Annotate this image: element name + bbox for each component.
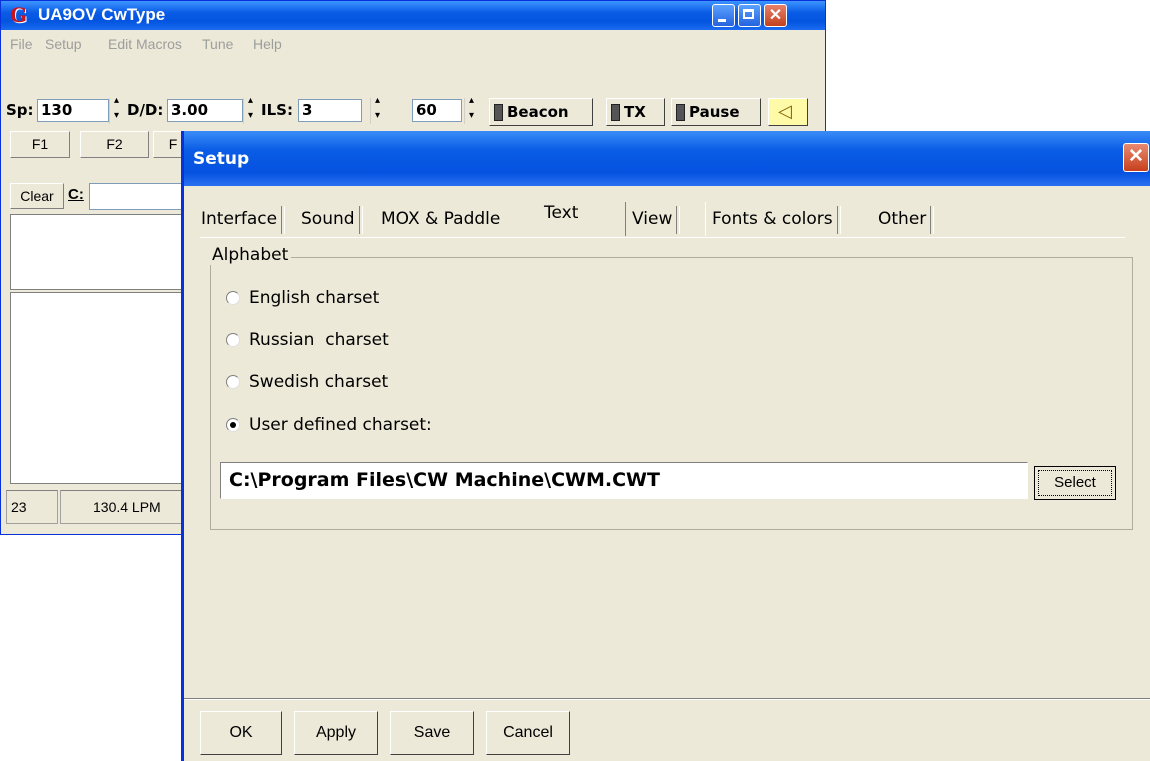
tab-text[interactable]: Text <box>538 194 584 228</box>
radio-russian-label: Russian charset <box>249 330 389 350</box>
clear-button[interactable]: Clear <box>10 183 64 209</box>
transmit-pane[interactable] <box>10 292 190 484</box>
dd-label: D/D: <box>127 101 164 119</box>
dd-spinner[interactable] <box>243 95 260 124</box>
tab-divider <box>200 237 1125 238</box>
radio-swedish-label: Swedish charset <box>249 372 389 392</box>
setup-close-button[interactable]: ✕ <box>1123 143 1149 172</box>
main-titlebar[interactable]: G UA9OV CwType ✕ <box>1 1 825 30</box>
tab-strip: Interface Sound MOX & Paddle Text View F… <box>184 194 1150 238</box>
pause-led-icon <box>676 104 685 121</box>
menu-tune[interactable]: Tune <box>202 36 233 52</box>
maximize-icon <box>743 9 754 19</box>
setup-titlebar[interactable]: Setup ✕ <box>184 131 1150 186</box>
radio-user-defined-label: User defined charset: <box>249 415 432 435</box>
radio-english-label: English charset <box>249 288 380 308</box>
tab-sound[interactable]: Sound <box>295 202 363 236</box>
dialog-divider <box>184 698 1150 700</box>
tab-fonts-colors-label: Fonts & colors <box>712 209 833 229</box>
setup-dialog: Setup ✕ Interface Sound MOX & Paddle Tex… <box>181 131 1150 761</box>
main-close-button[interactable]: ✕ <box>764 4 787 27</box>
tab-other[interactable]: Other <box>872 202 935 236</box>
sound-toggle-button[interactable]: ◁ <box>768 98 808 126</box>
speed-field[interactable]: 130 <box>37 99 109 122</box>
tab-other-label: Other <box>878 209 927 229</box>
tab-interface[interactable]: Interface <box>195 202 286 236</box>
speaker-icon: ◁ <box>778 101 792 122</box>
alphabet-group-title: Alphabet <box>209 245 292 265</box>
radio-swedish-button[interactable] <box>226 375 240 389</box>
menu-help[interactable]: Help <box>253 36 282 52</box>
ils-spinner[interactable] <box>370 95 387 124</box>
main-window-title: UA9OV CwType <box>38 5 166 24</box>
ok-button[interactable]: OK <box>200 711 282 755</box>
tab-fonts-colors[interactable]: Fonts & colors <box>705 202 841 236</box>
select-file-button[interactable]: Select <box>1034 466 1116 500</box>
c-label: C: <box>68 186 84 203</box>
cancel-button[interactable]: Cancel <box>486 711 570 755</box>
tx-button[interactable]: TX <box>606 98 665 126</box>
radio-russian-button[interactable] <box>226 333 240 347</box>
tab-view[interactable]: View <box>625 202 681 236</box>
tab-mox-paddle[interactable]: MOX & Paddle <box>375 202 506 236</box>
menu-bar: File Setup Edit Macros Tune Help <box>1 30 825 57</box>
close-icon: ✕ <box>1128 146 1144 167</box>
app-logo-icon: G <box>10 3 28 27</box>
ils-field[interactable]: 3 <box>298 99 362 122</box>
menu-setup[interactable]: Setup <box>45 36 82 52</box>
tab-mox-paddle-label: MOX & Paddle <box>381 209 501 229</box>
f1-button[interactable]: F1 <box>10 131 70 158</box>
status-count: 23 <box>6 490 58 524</box>
dd-field[interactable]: 3.00 <box>167 99 243 122</box>
tx-label: TX <box>624 103 646 121</box>
apply-button[interactable]: Apply <box>294 711 378 755</box>
tx-led-icon <box>611 104 620 121</box>
charset-path-input[interactable]: C:\Program Files\CW Machine\CWM.CWT <box>220 462 1028 499</box>
status-bar: 23 130.4 LPM <box>6 490 220 524</box>
radio-english-button[interactable] <box>226 291 240 305</box>
extra-spinner[interactable] <box>464 95 481 124</box>
setup-title: Setup <box>193 149 250 169</box>
beacon-led-icon <box>494 104 503 121</box>
minimize-icon <box>718 19 726 22</box>
ils-label: ILS: <box>261 101 293 119</box>
menu-file[interactable]: File <box>10 36 33 52</box>
tab-interface-label: Interface <box>201 209 278 229</box>
extra-field[interactable]: 60 <box>412 99 462 122</box>
pause-label: Pause <box>689 103 740 121</box>
tab-text-label: Text <box>544 203 579 223</box>
save-button[interactable]: Save <box>390 711 474 755</box>
beacon-label: Beacon <box>507 103 569 121</box>
menu-edit-macros[interactable]: Edit Macros <box>108 36 182 52</box>
tab-sound-label: Sound <box>301 209 355 229</box>
maximize-button[interactable] <box>738 4 761 27</box>
pause-button[interactable]: Pause <box>671 98 761 126</box>
radio-user-defined-button[interactable] <box>226 418 240 432</box>
speed-label: Sp: <box>6 101 34 119</box>
minimize-button[interactable] <box>712 4 735 27</box>
f2-button[interactable]: F2 <box>80 131 149 158</box>
speed-spinner[interactable] <box>109 95 126 124</box>
beacon-button[interactable]: Beacon <box>489 98 593 126</box>
receive-pane[interactable] <box>10 214 190 290</box>
close-icon: ✕ <box>768 7 783 24</box>
tab-view-label: View <box>632 209 673 229</box>
focus-rect <box>1038 470 1112 496</box>
